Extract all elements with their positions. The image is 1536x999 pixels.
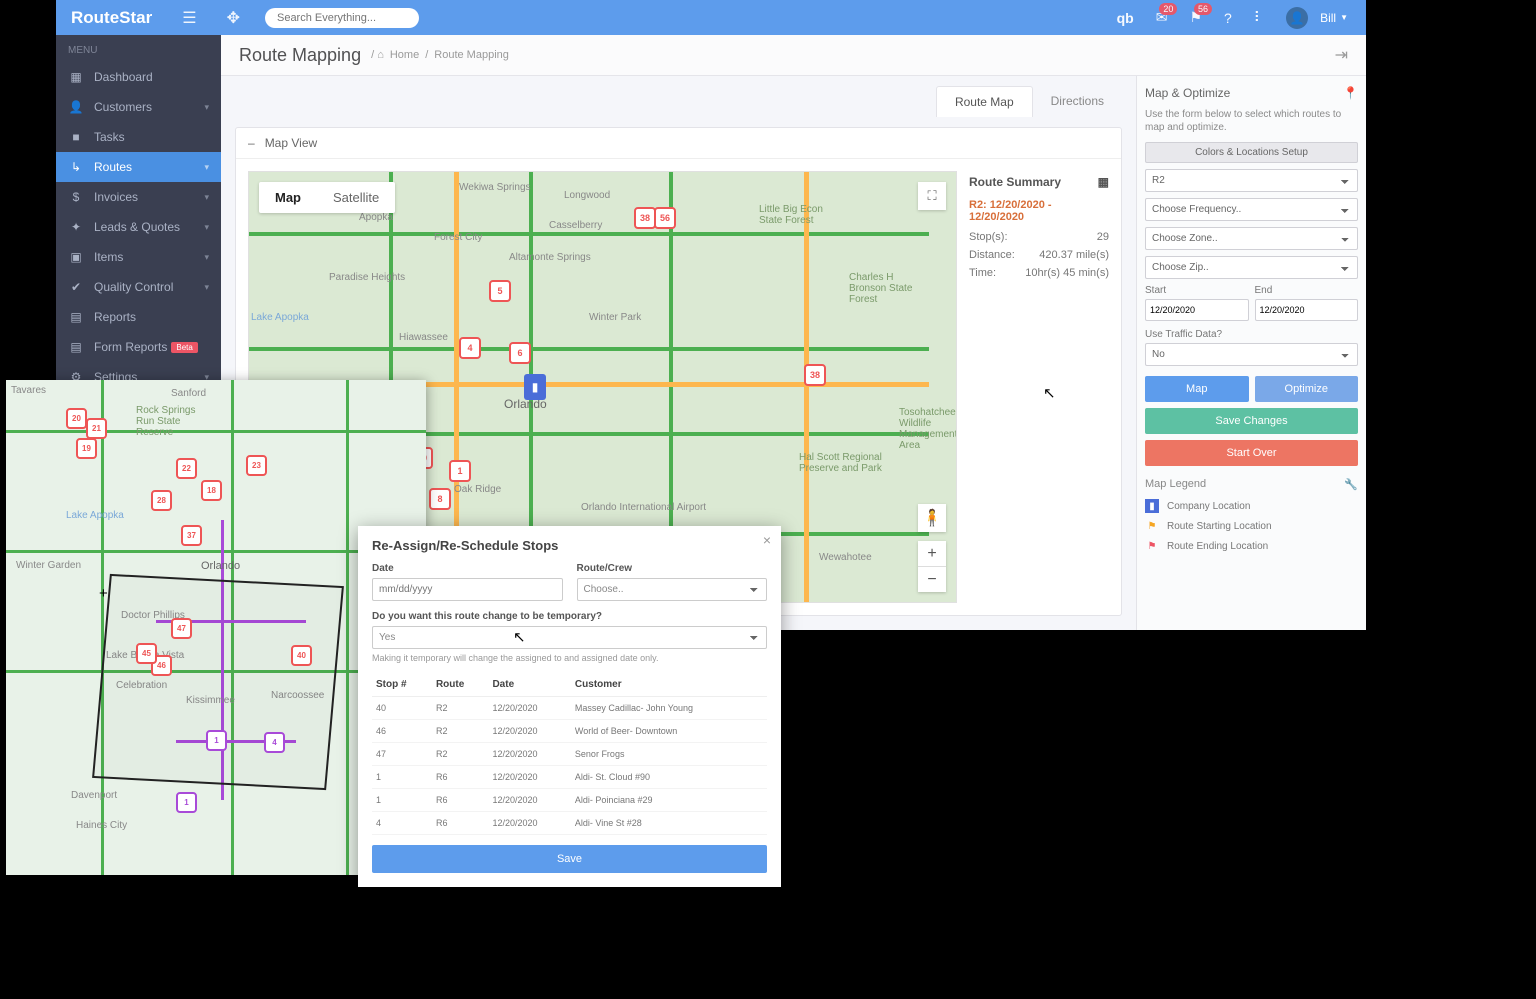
- frequency-select[interactable]: Choose Frequency..: [1145, 198, 1358, 221]
- map-type-map[interactable]: Map: [259, 182, 317, 213]
- table-row[interactable]: 4R612/20/2020Aldi- Vine St #28: [372, 812, 767, 835]
- nav-icon: ■: [68, 130, 84, 144]
- nav-icon: ▦: [68, 70, 84, 84]
- exit-icon[interactable]: ⇥: [1335, 45, 1348, 65]
- table-row[interactable]: 46R212/20/2020World of Beer- Downtown: [372, 720, 767, 743]
- nav-icon: ▤: [68, 310, 84, 324]
- zone-select[interactable]: Choose Zone..: [1145, 227, 1358, 250]
- nav-icon: ✔: [68, 280, 84, 294]
- user-menu[interactable]: Bill ▼: [1320, 11, 1348, 25]
- avatar[interactable]: 👤: [1286, 7, 1308, 29]
- modal-save-button[interactable]: Save: [372, 845, 767, 873]
- traffic-select[interactable]: No: [1145, 343, 1358, 366]
- map-button[interactable]: Map: [1145, 376, 1249, 402]
- table-row[interactable]: 40R212/20/2020Massey Cadillac- John Youn…: [372, 697, 767, 720]
- sidebar-item-customers[interactable]: 👤Customers▾: [56, 92, 221, 122]
- company-pin: ▮: [524, 374, 546, 400]
- target-icon[interactable]: ✥: [227, 8, 240, 28]
- help-icon[interactable]: ?: [1224, 10, 1232, 26]
- chevron-down-icon: ▾: [204, 252, 209, 263]
- optimize-panel: Map & Optimize📍 Use the form below to se…: [1136, 76, 1366, 630]
- end-date-input[interactable]: [1255, 299, 1359, 321]
- sidebar-item-invoices[interactable]: $Invoices▾: [56, 182, 221, 212]
- table-row[interactable]: 47R212/20/2020Senor Frogs: [372, 743, 767, 766]
- summary-route: R2: 12/20/2020 - 12/20/2020: [969, 199, 1109, 223]
- close-icon[interactable]: ×: [763, 532, 771, 548]
- zoom-in-button[interactable]: +: [918, 541, 946, 567]
- tab-route-map[interactable]: Route Map: [936, 86, 1033, 117]
- table-row[interactable]: 1R612/20/2020Aldi- Poinciana #29: [372, 789, 767, 812]
- save-changes-button[interactable]: Save Changes: [1145, 408, 1358, 434]
- route-summary: Route Summary▦ R2: 12/20/2020 - 12/20/20…: [969, 171, 1109, 603]
- colors-setup-button[interactable]: Colors & Locations Setup: [1145, 142, 1358, 163]
- modal-temporary-select[interactable]: Yes: [372, 626, 767, 649]
- wrench-icon[interactable]: 🔧: [1344, 478, 1358, 491]
- topbar: RouteStar ☰ ✥ qb ✉20 ⚑56 ? ⠇ 👤 Bill ▼: [56, 0, 1366, 35]
- menu-toggle-icon[interactable]: ☰: [182, 8, 196, 28]
- pin-icon[interactable]: 📍: [1343, 86, 1358, 100]
- search-input[interactable]: [265, 8, 419, 28]
- chevron-down-icon: ▾: [204, 192, 209, 203]
- nav-icon: ↳: [68, 160, 84, 174]
- map-type-switch: Map Satellite: [259, 182, 395, 213]
- tab-directions[interactable]: Directions: [1033, 86, 1122, 117]
- sidebar-item-form-reports[interactable]: ▤Form ReportsBeta: [56, 332, 221, 362]
- nav-icon: ✦: [68, 220, 84, 234]
- chevron-down-icon: ▾: [204, 222, 209, 233]
- modal-route-select[interactable]: Choose..: [577, 578, 768, 601]
- map-icon[interactable]: ▦: [1098, 175, 1109, 189]
- fullscreen-icon[interactable]: ⛶: [918, 182, 946, 210]
- map-type-satellite[interactable]: Satellite: [317, 182, 395, 213]
- brand: RouteStar: [71, 8, 152, 28]
- modal-title: Re-Assign/Re-Schedule Stops: [372, 538, 767, 553]
- sidebar-item-tasks[interactable]: ■Tasks: [56, 122, 221, 152]
- nav-icon: 👤: [68, 100, 84, 114]
- sidebar-item-leads-quotes[interactable]: ✦Leads & Quotes▾: [56, 212, 221, 242]
- crumb-home[interactable]: Home: [390, 49, 419, 61]
- start-date-input[interactable]: [1145, 299, 1249, 321]
- home-icon[interactable]: / ⌂: [371, 49, 384, 61]
- zoom-out-button[interactable]: −: [918, 567, 946, 592]
- sidebar-item-routes[interactable]: ↳Routes▾: [56, 152, 221, 182]
- pegman-icon[interactable]: 🧍: [918, 504, 946, 532]
- breadcrumb: Route Mapping / ⌂ Home / Route Mapping ⇥: [221, 35, 1366, 76]
- chevron-down-icon: ▾: [204, 162, 209, 173]
- page-title: Route Mapping: [239, 45, 361, 66]
- chevron-down-icon: ▾: [204, 282, 209, 293]
- crumb-current: Route Mapping: [434, 49, 509, 61]
- reassign-modal: × Re-Assign/Re-Schedule Stops Date Route…: [358, 526, 781, 887]
- qb-icon[interactable]: qb: [1117, 10, 1134, 26]
- mail-icon[interactable]: ✉20: [1156, 9, 1168, 26]
- sidebar-item-reports[interactable]: ▤Reports: [56, 302, 221, 332]
- route-select[interactable]: R2: [1145, 169, 1358, 192]
- nav-icon: $: [68, 190, 84, 204]
- optimize-button[interactable]: Optimize: [1255, 376, 1359, 402]
- chevron-down-icon: ▾: [204, 102, 209, 113]
- start-over-button[interactable]: Start Over: [1145, 440, 1358, 466]
- flag-icon[interactable]: ⚑56: [1189, 9, 1202, 26]
- nav-icon: ▤: [68, 340, 84, 354]
- sidebar-item-items[interactable]: ▣Items▾: [56, 242, 221, 272]
- dots-icon[interactable]: ⠇: [1254, 9, 1264, 26]
- map-view-label: Map View: [265, 136, 317, 150]
- collapse-icon[interactable]: –: [248, 136, 255, 150]
- menu-heading: MENU: [56, 35, 221, 62]
- sidebar-item-dashboard[interactable]: ▦Dashboard: [56, 62, 221, 92]
- nav-icon: ▣: [68, 250, 84, 264]
- zip-select[interactable]: Choose Zip..: [1145, 256, 1358, 279]
- modal-date-input[interactable]: [372, 578, 563, 601]
- sidebar-item-quality-control[interactable]: ✔Quality Control▾: [56, 272, 221, 302]
- stops-table: Stop #RouteDateCustomer 40R212/20/2020Ma…: [372, 673, 767, 835]
- table-row[interactable]: 1R612/20/2020Aldi- St. Cloud #90: [372, 766, 767, 789]
